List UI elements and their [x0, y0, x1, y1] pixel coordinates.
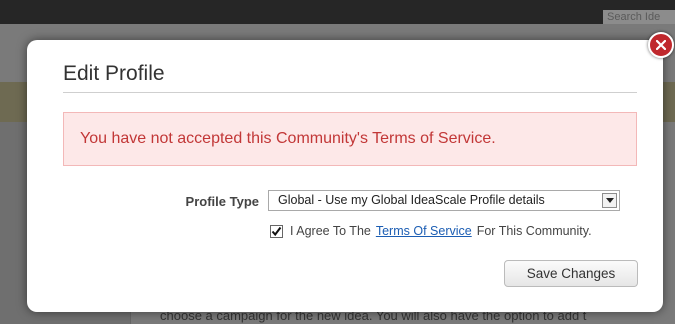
chevron-down-icon[interactable] [602, 193, 617, 208]
agree-suffix: For This Community. [476, 224, 592, 238]
checkmark-icon [271, 226, 282, 236]
background-topbar [0, 0, 675, 24]
profile-type-select[interactable]: Global - Use my Global IdeaScale Profile… [268, 190, 620, 211]
edit-profile-dialog: Edit Profile You have not accepted this … [27, 40, 663, 312]
terms-alert: You have not accepted this Community's T… [63, 112, 637, 166]
dialog-title: Edit Profile [63, 62, 637, 93]
profile-type-value: Global - Use my Global IdeaScale Profile… [278, 193, 545, 207]
terms-of-service-link[interactable]: Terms Of Service [376, 224, 472, 238]
terms-agreement: I Agree To The Terms Of Service For This… [270, 224, 592, 238]
save-changes-button[interactable]: Save Changes [504, 260, 638, 287]
agree-prefix: I Agree To The [290, 224, 371, 238]
close-icon [656, 40, 666, 50]
close-button[interactable] [648, 32, 674, 58]
agree-checkbox[interactable] [270, 224, 283, 238]
profile-type-label: Profile Type [185, 194, 259, 209]
background-search-input: Search Ide [603, 10, 675, 24]
